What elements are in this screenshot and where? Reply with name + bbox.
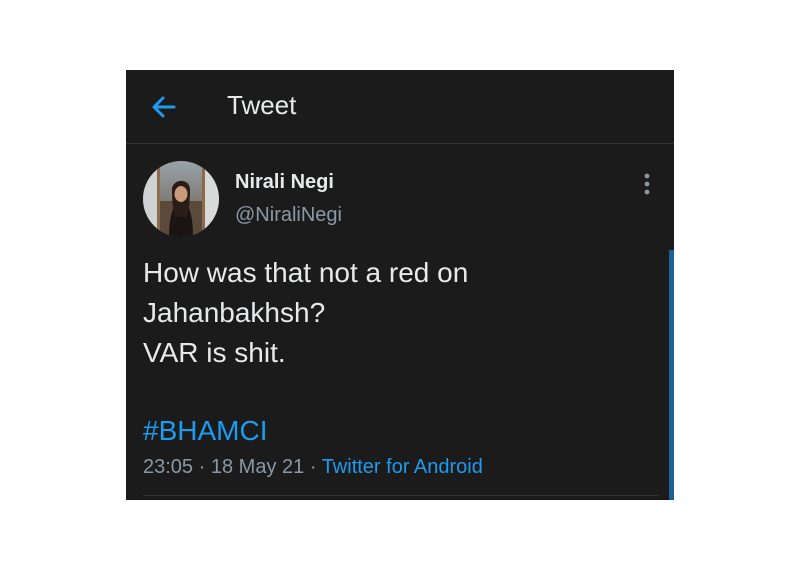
more-options-button[interactable]	[634, 170, 660, 198]
tweet-text-line: VAR is shit.	[143, 337, 286, 368]
page-title: Tweet	[227, 90, 297, 120]
scrollbar[interactable]	[669, 250, 674, 500]
tweet-source-link[interactable]: Twitter for Android	[322, 456, 483, 478]
arrow-left-icon	[152, 96, 176, 118]
meta-separator: ·	[309, 456, 317, 478]
back-button[interactable]	[146, 89, 182, 125]
author-name[interactable]: Nirali Negi	[235, 171, 334, 194]
author-handle[interactable]: @NiraliNegi	[235, 204, 342, 227]
tweet-text-line: Jahanbakhsh?	[143, 297, 326, 328]
divider	[143, 495, 659, 496]
profile-photo	[143, 161, 219, 237]
tweet-date: 18 May 21	[210, 456, 305, 478]
tweet-text: How was that not a red on Jahanbakhsh? V…	[143, 253, 643, 373]
tweet-metadata: 23:05 · 18 May 21 · Twitter for Android	[143, 453, 483, 481]
tweet-time: 23:05	[143, 456, 194, 478]
tweet-text-line: How was that not a red on	[143, 257, 469, 288]
meta-separator: ·	[198, 456, 206, 478]
hashtag-link[interactable]: #BHAMCI	[143, 412, 267, 450]
tweet-screen: Tweet Nirali Negi @NiraliNegi How was th…	[126, 70, 674, 500]
more-vertical-icon	[644, 173, 650, 195]
avatar[interactable]	[143, 161, 219, 237]
top-app-bar: Tweet	[126, 70, 674, 144]
